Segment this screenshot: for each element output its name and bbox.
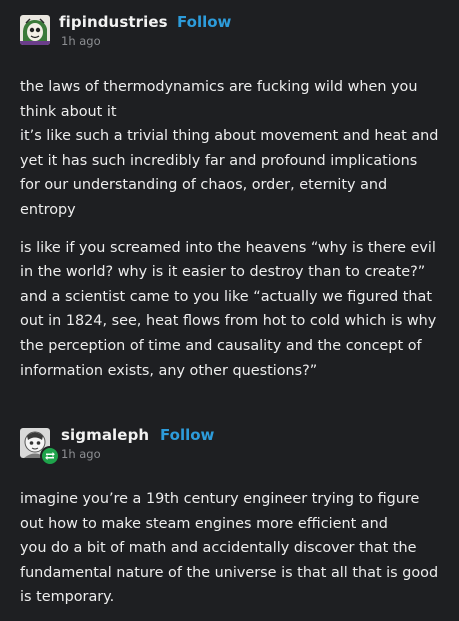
- follow-button[interactable]: Follow: [177, 13, 231, 31]
- follow-button[interactable]: Follow: [160, 426, 214, 444]
- text-line: entropy: [20, 201, 76, 218]
- text-line: yet it has such incredibly far and profo…: [20, 152, 418, 169]
- paragraph: the laws of thermodynamics are fucking w…: [20, 75, 445, 223]
- post-body: the laws of thermodynamics are fucking w…: [20, 75, 445, 383]
- text-line: you do a bit of math and accidentally di…: [20, 540, 417, 557]
- post-fipindustries: fipindustries Follow 1h ago the laws of …: [0, 0, 459, 395]
- text-line: fundamental nature of the universe is th…: [20, 564, 439, 581]
- post-header: fipindustries Follow 1h ago: [20, 13, 440, 49]
- text-line: is temporary.: [20, 589, 115, 606]
- text-line: information exists, any other questions?…: [20, 362, 318, 379]
- paragraph: is like if you screamed into the heavens…: [20, 236, 445, 384]
- text-line: for our understanding of chaos, order, e…: [20, 177, 388, 194]
- timestamp[interactable]: 1h ago: [61, 34, 101, 48]
- post-sigmaleph: sigmaleph Follow 1h ago imagine you’re a…: [0, 395, 459, 621]
- text-line: it’s like such a trivial thing about mov…: [20, 128, 439, 145]
- text-line: the laws of thermodynamics are fucking w…: [20, 79, 418, 95]
- text-line: out in 1824, see, heat flows from hot to…: [20, 313, 437, 330]
- text-line: out how to make steam engines more effic…: [20, 515, 388, 532]
- text-line: imagine you’re a 19th century engineer t…: [20, 491, 420, 507]
- avatar-icon[interactable]: [20, 15, 50, 45]
- text-line: the perception of time and causality and…: [20, 337, 422, 354]
- text-line: and a scientist came to you like “actual…: [20, 288, 432, 305]
- reblog-icon: [40, 446, 60, 466]
- username[interactable]: fipindustries: [59, 13, 168, 31]
- text-line: in the world? why is it easier to destro…: [20, 264, 426, 281]
- paragraph: imagine you’re a 19th century engineer t…: [20, 487, 445, 610]
- text-line: think about it: [20, 103, 117, 120]
- timestamp[interactable]: 1h ago: [61, 447, 101, 461]
- username[interactable]: sigmaleph: [61, 426, 149, 444]
- text-line: is like if you screamed into the heavens…: [20, 239, 436, 256]
- post-header: sigmaleph Follow 1h ago: [20, 426, 440, 466]
- post-body: imagine you’re a 19th century engineer t…: [20, 487, 445, 610]
